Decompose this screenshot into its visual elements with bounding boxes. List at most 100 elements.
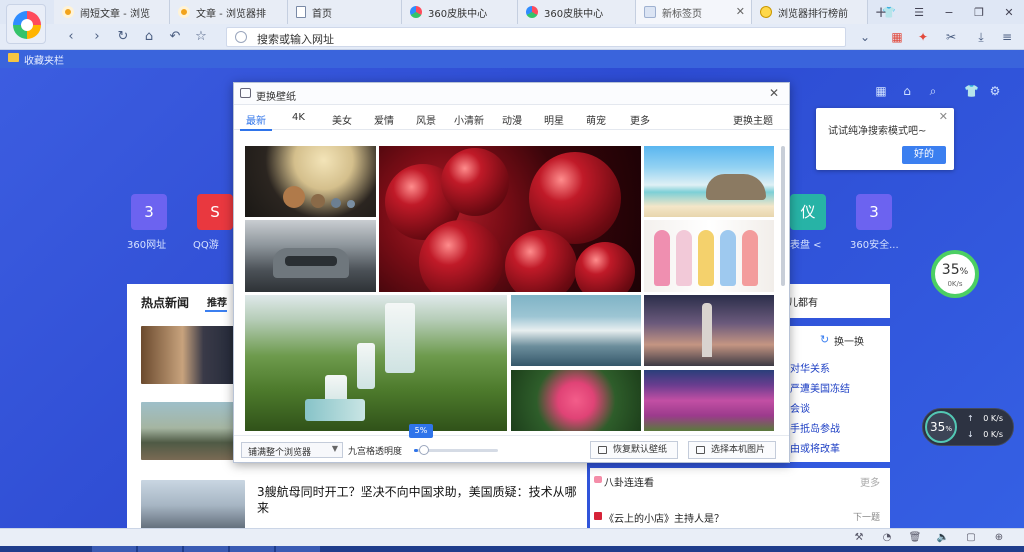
category-tab[interactable]: 美女	[332, 112, 352, 127]
home-icon[interactable]: ⌂	[140, 28, 158, 46]
skin-icon[interactable]: 👕	[874, 0, 904, 24]
house-icon[interactable]: ⌂	[900, 84, 914, 98]
news-link[interactable]: 对华关系	[790, 360, 830, 375]
slider-handle[interactable]	[419, 445, 430, 455]
wallpaper-thumbnail[interactable]	[245, 295, 507, 431]
tab-2[interactable]: 首页	[288, 0, 402, 24]
close-tab-icon[interactable]: ✕	[736, 5, 745, 18]
grid-icon[interactable]: ▦	[874, 84, 888, 98]
ok-button[interactable]: 好的	[902, 146, 946, 164]
dropdown-icon[interactable]: ⌄	[856, 28, 874, 46]
wallpaper-thumbnail[interactable]	[644, 220, 774, 292]
choose-local-image-button[interactable]: 选择本机图片	[688, 441, 776, 459]
category-tab[interactable]: 最新	[246, 112, 266, 127]
browser-logo-icon[interactable]	[6, 4, 46, 44]
network-speed-widget[interactable]: 35% ↑ ↓ 0 K/s 0 K/s	[922, 408, 1014, 446]
tab-title: 首页	[312, 8, 332, 20]
wallpaper-scrollbar[interactable]	[781, 146, 785, 286]
wallpaper-thumbnail[interactable]	[511, 370, 641, 431]
tab-1[interactable]: 文章 - 浏览器排	[170, 0, 288, 24]
refresh-icon[interactable]: ↻	[114, 28, 132, 46]
news-thumbnail[interactable]	[141, 326, 245, 384]
more-link[interactable]: 更多	[860, 474, 880, 489]
undo-icon[interactable]: ↶	[166, 28, 184, 46]
news-link[interactable]: 手抵岛参战	[790, 420, 840, 435]
news-link[interactable]: 由或将改革	[790, 440, 840, 455]
back-icon[interactable]: ‹	[62, 28, 80, 46]
shortcut-tile[interactable]: 3	[131, 194, 167, 230]
news-thumbnail[interactable]	[141, 402, 245, 460]
change-theme-link[interactable]: 更换主题	[733, 112, 773, 127]
wallpaper-thumbnail[interactable]	[245, 220, 376, 292]
category-tab[interactable]: 明星	[544, 112, 564, 127]
minimize-icon[interactable]: −	[934, 0, 964, 24]
opacity-slider[interactable]	[414, 445, 498, 455]
refresh-label[interactable]: 换一换	[834, 333, 864, 348]
trash-icon[interactable]: 🗑	[908, 532, 922, 544]
sound-icon[interactable]: 🔈	[936, 532, 950, 544]
address-bar[interactable]: 搜索或输入网址	[226, 27, 846, 47]
menu-icon[interactable]: ☰	[904, 0, 934, 24]
tab-4[interactable]: 360皮肤中心	[518, 0, 636, 24]
news-thumbnail[interactable]	[141, 480, 245, 530]
shortcut-tile[interactable]: S	[197, 194, 233, 230]
refresh-icon[interactable]: ↻	[820, 333, 829, 346]
tab-3[interactable]: 360皮肤中心	[402, 0, 518, 24]
dialog-footer: 铺满整个浏览器 ▼ 九宫格透明度 5% 恢复默认壁纸 选择本机图片	[234, 424, 789, 462]
menu-lines-icon[interactable]: ≡	[998, 28, 1016, 46]
category-tab[interactable]: 小清新	[454, 112, 484, 127]
taskbar-app[interactable]	[276, 546, 320, 552]
card-item[interactable]: 《云上的小店》主持人是？	[604, 510, 724, 525]
taskbar-app[interactable]	[92, 546, 136, 552]
next-question-link[interactable]: 下一题	[853, 510, 880, 523]
tab-recommend[interactable]: 推荐	[207, 294, 227, 309]
game-icon[interactable]: ✦	[914, 28, 932, 46]
wallpaper-thumbnail[interactable]	[644, 295, 774, 366]
network-speed-gauge[interactable]: 35% 0K/s	[931, 250, 979, 298]
wallpaper-thumbnail[interactable]	[379, 146, 641, 292]
taskbar-app[interactable]	[184, 546, 228, 552]
favorite-star-icon[interactable]: ☆	[192, 28, 210, 46]
close-icon[interactable]: ✕	[939, 110, 948, 123]
restore-icon[interactable]: ❐	[964, 0, 994, 24]
close-window-icon[interactable]: ✕	[994, 0, 1024, 24]
pure-search-tooltip: ✕ 试试纯净搜索模式吧~ 好的	[816, 108, 954, 170]
news-article-title[interactable]: 3艘航母同时开工？坚决不向中国求助，美国质疑：技术从哪来	[257, 484, 577, 516]
taskbar-app[interactable]	[230, 546, 274, 552]
news-link[interactable]: 会谈	[790, 400, 810, 415]
download-icon[interactable]: ⤓	[972, 28, 990, 46]
wallpaper-thumbnail[interactable]	[511, 295, 641, 366]
category-tab[interactable]: 爱情	[374, 112, 394, 127]
tab-6[interactable]: 浏览器排行榜前	[752, 0, 868, 24]
wallpaper-thumbnail[interactable]	[644, 146, 774, 217]
fit-mode-select[interactable]: 铺满整个浏览器 ▼	[241, 442, 343, 458]
category-tab[interactable]: 更多	[630, 112, 650, 127]
shortcut-tile[interactable]: 仪	[790, 194, 826, 230]
category-tab[interactable]: 4K	[292, 112, 305, 123]
category-tab[interactable]: 动漫	[502, 112, 522, 127]
tab-5[interactable]: 新标签页 ✕	[636, 0, 752, 24]
strip-text[interactable]: 儿都有	[788, 294, 818, 309]
taskbar-app[interactable]	[138, 546, 182, 552]
wallpaper-thumbnail[interactable]	[245, 146, 376, 217]
shortcut-tile[interactable]: 3	[856, 194, 892, 230]
settings-gear-icon[interactable]: ⚙	[988, 84, 1002, 98]
news-link[interactable]: 严遭美国冻结	[790, 380, 850, 395]
restore-default-button[interactable]: 恢复默认壁纸	[590, 441, 678, 459]
tab-0[interactable]: 闹短文章 - 浏览	[54, 0, 170, 24]
close-icon[interactable]: ✕	[769, 86, 779, 100]
tools-icon[interactable]: ⚒	[852, 532, 866, 544]
shirt-icon[interactable]: 👕	[964, 84, 979, 98]
zoom-icon[interactable]: ⊕	[992, 532, 1006, 544]
bookmarks-folder-label[interactable]: 收藏夹栏	[24, 52, 64, 67]
forward-icon[interactable]: ›	[88, 28, 106, 46]
card-item[interactable]: 八卦连连看	[604, 474, 654, 489]
wallpaper-thumbnail[interactable]	[644, 370, 774, 431]
screenshot-scissors-icon[interactable]: ✂	[942, 28, 960, 46]
accelerate-icon[interactable]: ◔	[880, 532, 894, 544]
category-tab[interactable]: 萌宠	[586, 112, 606, 127]
search-icon[interactable]: ⌕	[926, 84, 940, 98]
category-tab[interactable]: 风景	[416, 112, 436, 127]
window-icon[interactable]: ▢	[964, 532, 978, 544]
apps-icon[interactable]: ▦	[888, 28, 906, 46]
